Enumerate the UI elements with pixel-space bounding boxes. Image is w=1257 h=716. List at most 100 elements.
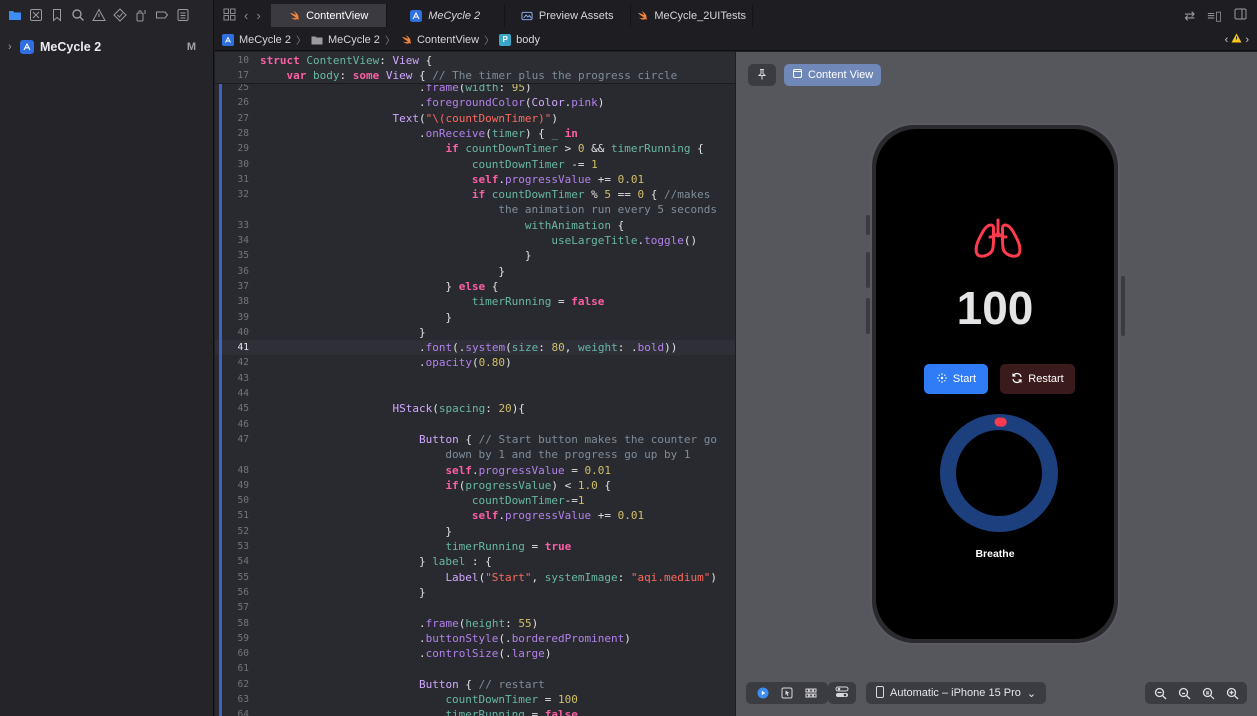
code-line[interactable]: 42 .opacity(0.80) xyxy=(215,355,735,370)
test-diamond-icon[interactable] xyxy=(113,8,127,22)
code-line[interactable]: 61 xyxy=(215,661,735,676)
code-line[interactable]: 39 } xyxy=(215,310,735,325)
code-line[interactable]: 56 } xyxy=(215,585,735,600)
breakpoint-icon[interactable] xyxy=(155,8,169,22)
chevron-left-icon[interactable]: ‹ xyxy=(1225,34,1229,46)
breadcrumb-project[interactable]: MeCycle 2 〉 xyxy=(222,32,306,47)
breadcrumb-symbol[interactable]: P body xyxy=(499,33,540,46)
code-text[interactable]: withAnimation { xyxy=(260,218,624,233)
code-editor[interactable]: 10 struct ContentView: View {17 var body:… xyxy=(215,52,735,716)
zoom-to-fit-icon[interactable] xyxy=(1173,683,1195,703)
bookmark-icon[interactable] xyxy=(50,8,64,22)
code-text[interactable]: .buttonStyle(.borderedProminent) xyxy=(260,631,631,646)
chevron-right-icon[interactable]: › xyxy=(1245,34,1249,46)
code-line[interactable]: 37 } else { xyxy=(215,279,735,294)
code-text[interactable]: timerRunning = false xyxy=(260,294,604,309)
code-text[interactable]: } xyxy=(260,585,426,600)
code-line[interactable]: 38 timerRunning = false xyxy=(215,294,735,309)
code-text[interactable]: useLargeTitle.toggle() xyxy=(260,233,697,248)
code-text[interactable]: .font(.system(size: 80, weight: .bold)) xyxy=(260,340,677,355)
code-line[interactable]: 41 .font(.system(size: 80, weight: .bold… xyxy=(215,340,735,356)
code-line[interactable]: 32 if countDownTimer % 5 == 0 { //makes xyxy=(215,187,735,202)
code-line[interactable]: 60 .controlSize(.large) xyxy=(215,646,735,661)
code-text[interactable]: self.progressValue = 0.01 xyxy=(260,463,611,478)
code-text[interactable]: countDownTimer = 100 xyxy=(260,692,577,707)
refresh-arrows-icon[interactable]: ⇄ xyxy=(1184,8,1195,24)
code-text[interactable]: } xyxy=(260,325,426,340)
code-text[interactable]: countDownTimer-=1 xyxy=(260,493,585,508)
chevron-right-icon[interactable]: › xyxy=(8,41,20,53)
grid-icon[interactable] xyxy=(223,8,236,24)
code-text[interactable]: down by 1 and the progress go up by 1 xyxy=(260,447,690,462)
code-line[interactable]: 46 xyxy=(215,417,735,432)
code-line[interactable]: 49 if(progressValue) < 1.0 { xyxy=(215,478,735,493)
code-line[interactable]: 17 var body: some View { // The timer pl… xyxy=(215,68,735,83)
warning-triangle-icon[interactable] xyxy=(1231,33,1242,46)
code-text[interactable]: self.progressValue += 0.01 xyxy=(260,508,644,523)
code-line[interactable]: 40 } xyxy=(215,325,735,340)
code-text[interactable]: timerRunning = false xyxy=(260,707,577,716)
device-picker[interactable]: Automatic – iPhone 15 Pro ⌄ xyxy=(866,682,1047,704)
code-line[interactable]: 30 countDownTimer -= 1 xyxy=(215,157,735,172)
code-line[interactable]: 35 } xyxy=(215,248,735,263)
forward-arrow-icon[interactable]: › xyxy=(256,8,260,23)
breadcrumb-folder[interactable]: MeCycle 2 〉 xyxy=(311,32,395,47)
code-text[interactable]: .onReceive(timer) { _ in xyxy=(260,126,578,141)
code-text[interactable]: .controlSize(.large) xyxy=(260,646,552,661)
code-line[interactable]: 47 Button { // Start button makes the co… xyxy=(215,432,735,447)
project-row[interactable]: › MeCycle 2 M xyxy=(0,37,214,57)
start-button[interactable]: Start xyxy=(924,364,988,394)
zoom-out-icon[interactable] xyxy=(1149,683,1171,703)
code-text[interactable]: } xyxy=(260,524,452,539)
code-text[interactable]: .foregroundColor(Color.pink) xyxy=(260,95,604,110)
code-text[interactable]: } xyxy=(260,264,505,279)
tab-preview-assets[interactable]: Preview Assets xyxy=(505,4,631,27)
code-text[interactable]: timerRunning = true xyxy=(260,539,571,554)
code-line[interactable]: 31 self.progressValue += 0.01 xyxy=(215,172,735,187)
content-view-preview-button[interactable]: Content View xyxy=(784,64,882,86)
code-text[interactable]: the animation run every 5 seconds xyxy=(260,202,717,217)
code-text[interactable]: } xyxy=(260,310,452,325)
code-text[interactable]: var body: some View { // The timer plus … xyxy=(260,68,678,83)
tab-content-view[interactable]: ContentView xyxy=(270,4,387,27)
code-text[interactable]: Label("Start", systemImage: "aqi.medium"… xyxy=(260,570,717,585)
code-text[interactable]: } label : { xyxy=(260,554,492,569)
code-text[interactable]: HStack(spacing: 20){ xyxy=(260,401,524,416)
code-line[interactable]: 57 xyxy=(215,600,735,615)
zoom-in-icon[interactable] xyxy=(1221,683,1243,703)
code-line[interactable]: down by 1 and the progress go up by 1 xyxy=(215,447,735,462)
code-text[interactable]: if countDownTimer % 5 == 0 { //makes xyxy=(260,187,710,202)
selectable-cursor-icon[interactable] xyxy=(776,683,798,703)
code-line[interactable]: 58 .frame(height: 55) xyxy=(215,616,735,631)
code-line[interactable]: 43 xyxy=(215,371,735,386)
code-line[interactable]: 50 countDownTimer-=1 xyxy=(215,493,735,508)
tab-ui-tests[interactable]: MeCycle_2UITests xyxy=(631,4,753,27)
warning-icon[interactable] xyxy=(92,8,106,22)
code-line[interactable]: 52 } xyxy=(215,524,735,539)
code-line[interactable]: 36 } xyxy=(215,264,735,279)
line-number[interactable]: 10 xyxy=(215,53,249,68)
code-text[interactable]: self.progressValue += 0.01 xyxy=(260,172,644,187)
code-line[interactable]: 62 Button { // restart xyxy=(215,677,735,692)
code-line[interactable]: 59 .buttonStyle(.borderedProminent) xyxy=(215,631,735,646)
code-text[interactable]: .opacity(0.80) xyxy=(260,355,512,370)
line-number[interactable]: 17 xyxy=(215,68,249,83)
tab-project[interactable]: MeCycle 2 xyxy=(387,4,505,27)
code-line[interactable]: 63 countDownTimer = 100 xyxy=(215,692,735,707)
code-text[interactable]: } xyxy=(260,248,532,263)
code-line[interactable]: 33 withAnimation { xyxy=(215,218,735,233)
restart-button[interactable]: Restart xyxy=(1000,364,1075,394)
code-line[interactable]: 34 useLargeTitle.toggle() xyxy=(215,233,735,248)
editor-options-icon[interactable]: ≡▯ xyxy=(1207,8,1222,24)
code-text[interactable]: Text("\(countDownTimer)") xyxy=(260,111,558,126)
search-icon[interactable] xyxy=(71,8,85,22)
code-text[interactable]: } else { xyxy=(260,279,498,294)
code-line[interactable]: 53 timerRunning = true xyxy=(215,539,735,554)
code-line[interactable]: the animation run every 5 seconds xyxy=(215,202,735,217)
code-line[interactable]: 28 .onReceive(timer) { _ in xyxy=(215,126,735,141)
debug-spray-icon[interactable] xyxy=(134,8,148,22)
variants-grid-icon[interactable] xyxy=(800,683,822,703)
code-line[interactable]: 54 } label : { xyxy=(215,554,735,569)
pin-preview-button[interactable] xyxy=(748,64,776,86)
code-line[interactable]: 26 .foregroundColor(Color.pink) xyxy=(215,95,735,110)
